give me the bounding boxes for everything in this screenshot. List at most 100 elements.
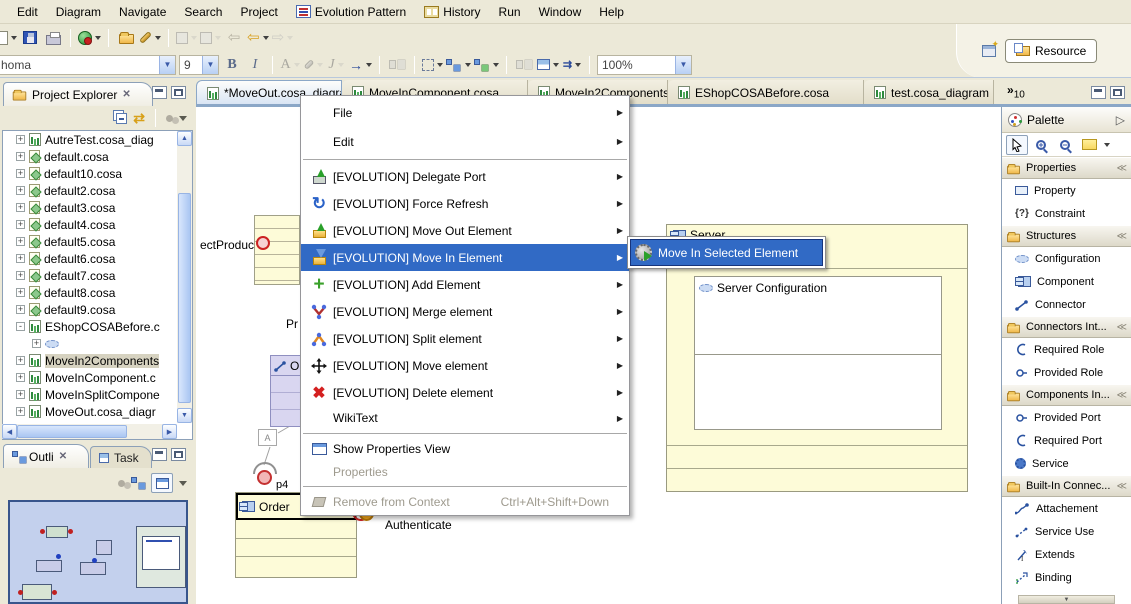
back-button[interactable]: ⇦ [247, 27, 269, 49]
tree-item[interactable]: +default2.cosa [3, 182, 192, 199]
menu-navigate[interactable]: Navigate [110, 2, 175, 22]
menu-edit[interactable]: Edit [8, 2, 47, 22]
palette-item-component[interactable]: Component [1002, 270, 1131, 293]
submenu-item-move-in-selected[interactable]: Move In Selected Element [630, 239, 823, 266]
menu-search[interactable]: Search [175, 2, 231, 22]
palette-item-provided-role[interactable]: Provided Role [1002, 361, 1131, 384]
drawer-components-interface[interactable]: Components In...≪ [1002, 384, 1131, 406]
expander[interactable]: + [16, 390, 25, 399]
pin-icon[interactable]: ≪ [1117, 163, 1127, 174]
server-inner-box[interactable] [694, 354, 942, 430]
expander[interactable]: + [16, 305, 25, 314]
tree-item[interactable]: +AutreTest.cosa_diag [3, 131, 192, 148]
tree-item[interactable]: +MoveInComponent.c [3, 369, 192, 386]
pin-icon[interactable]: ≪ [1117, 481, 1127, 492]
menu-project[interactable]: Project [231, 2, 286, 22]
expander[interactable]: + [16, 203, 25, 212]
palette-item-binding[interactable]: Binding [1002, 566, 1131, 589]
expander[interactable]: + [16, 186, 25, 195]
expander[interactable]: + [16, 373, 25, 382]
tree-item[interactable]: +default.cosa [3, 148, 192, 165]
port-circle[interactable] [256, 236, 270, 250]
forward-button[interactable]: ⇨ [272, 27, 294, 49]
palette-item-property[interactable]: Property [1002, 179, 1131, 202]
expander[interactable]: + [16, 169, 25, 178]
menu-item-delete-element[interactable]: ✖[EVOLUTION] Delete element▶ [301, 379, 629, 406]
import-button[interactable] [176, 27, 197, 49]
menu-diagram[interactable]: Diagram [47, 2, 110, 22]
new-button[interactable] [0, 27, 17, 49]
menu-item-remove-from-context[interactable]: Remove from ContextCtrl+Alt+Shift+Down [301, 490, 629, 513]
italic-button[interactable]: I [245, 54, 265, 76]
menu-item-move-out[interactable]: [EVOLUTION] Move Out Element▶ [301, 217, 629, 244]
tree-item[interactable]: +default9.cosa [3, 301, 192, 318]
menu-item-move-element[interactable]: [EVOLUTION] Move element▶ [301, 352, 629, 379]
menu-item-file[interactable]: File▶ [301, 98, 629, 127]
menu-item-force-refresh[interactable]: ↻[EVOLUTION] Force Refresh▶ [301, 190, 629, 217]
expander[interactable]: + [16, 254, 25, 263]
scroll-left-icon[interactable]: ◀ [2, 424, 17, 439]
tab-project-explorer[interactable]: Project Explorer ✕ [3, 82, 153, 106]
pin-icon[interactable]: ≪ [1117, 390, 1127, 401]
tree-item[interactable]: +default10.cosa [3, 165, 192, 182]
menu-window[interactable]: Window [530, 2, 591, 22]
tree-item[interactable]: +MoveInSplitCompone [3, 386, 192, 403]
tree-item[interactable]: +default4.cosa [3, 216, 192, 233]
menu-item-add-element[interactable]: +[EVOLUTION] Add Element▶ [301, 271, 629, 298]
tree-item[interactable]: +default3.cosa [3, 199, 192, 216]
tab-outline[interactable]: Outli ✕ [3, 444, 89, 468]
open-button[interactable] [116, 27, 136, 49]
expander[interactable]: + [16, 288, 25, 297]
font-size-combo[interactable]: 9▼ [179, 55, 219, 75]
menu-history[interactable]: History [415, 2, 489, 22]
menu-item-wikitext[interactable]: WikiText▶ [301, 406, 629, 430]
font-color-button[interactable]: A [280, 54, 300, 76]
maximize-button[interactable] [171, 448, 186, 461]
palette-item-provided-port[interactable]: Provided Port [1002, 406, 1131, 429]
perspective-resource-button[interactable]: Resource [1005, 39, 1097, 63]
palette-item-attachement[interactable]: Attachement [1002, 497, 1131, 520]
tree-vscrollbar[interactable]: ▲ ▼ [177, 131, 192, 423]
drawer-connectors-interface[interactable]: Connectors Int...≪ [1002, 316, 1131, 338]
expander[interactable]: + [16, 152, 25, 161]
save-button[interactable] [20, 27, 40, 49]
link-editor-icon[interactable]: ⇄ [133, 110, 145, 127]
zoom-combo[interactable]: 100%▼ [597, 55, 692, 75]
expander[interactable]: - [16, 322, 25, 331]
menu-evolution-pattern[interactable]: Evolution Pattern [287, 2, 415, 22]
pin-icon[interactable]: ≪ [1117, 231, 1127, 242]
minimize-button[interactable] [1091, 86, 1106, 99]
close-icon[interactable]: ✕ [122, 89, 130, 100]
palette-collapse-icon[interactable]: ▷ [1116, 113, 1125, 127]
line-color-button[interactable]: J [326, 54, 346, 76]
tree-item[interactable]: -EShopCOSABefore.c [3, 318, 192, 335]
scroll-down-icon[interactable]: ▼ [177, 408, 192, 423]
menu-item-move-in[interactable]: [EVOLUTION] Move In Element▶ [301, 244, 629, 271]
scroll-up-icon[interactable]: ▲ [177, 131, 192, 146]
brush-button[interactable] [139, 27, 161, 49]
tree-item-selected[interactable]: +MoveIn2Components [3, 352, 192, 369]
palette-item-connector[interactable]: Connector [1002, 293, 1131, 316]
maximize-button[interactable] [171, 86, 186, 99]
outline-thumbnail[interactable] [8, 500, 188, 604]
expander[interactable]: + [16, 220, 25, 229]
palette-item-required-port[interactable]: Required Port [1002, 429, 1131, 452]
tab-overflow-button[interactable]: »10 [1007, 83, 1025, 100]
expander[interactable]: + [16, 135, 25, 144]
palette-header[interactable]: Palette ▷ [1002, 107, 1131, 133]
palette-item-extends[interactable]: IExtends [1002, 543, 1131, 566]
select-tool[interactable] [1006, 135, 1028, 155]
scroll-thumb[interactable] [178, 193, 191, 403]
minimize-button[interactable] [152, 448, 167, 461]
tree-item[interactable]: + [3, 335, 192, 352]
note-tool[interactable] [1078, 135, 1100, 155]
print-button[interactable] [43, 27, 63, 49]
line-style-button[interactable]: → [349, 54, 372, 76]
view-menu-icon[interactable] [179, 481, 187, 486]
annotation-anchor[interactable]: A [258, 429, 277, 446]
partial-component-box[interactable] [254, 215, 300, 285]
expander[interactable]: + [16, 237, 25, 246]
select-button[interactable] [422, 54, 443, 76]
palette-item-service-use[interactable]: Service Use [1002, 520, 1131, 543]
menu-item-show-properties[interactable]: Show Properties View [301, 437, 629, 461]
